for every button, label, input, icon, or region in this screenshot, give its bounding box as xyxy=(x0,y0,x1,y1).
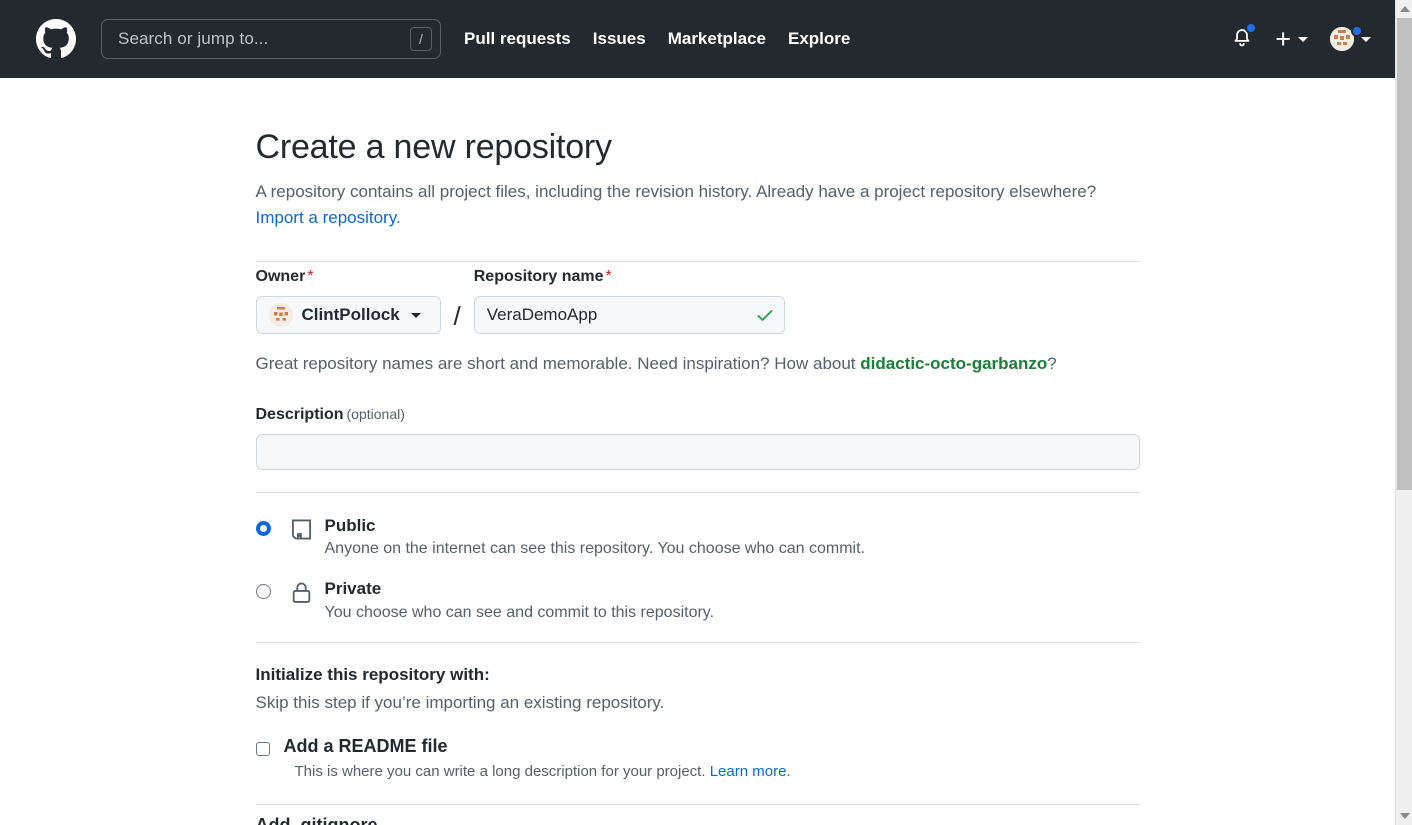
visibility-option-public[interactable]: Public Anyone on the internet can see th… xyxy=(256,515,1140,558)
repository-name-input-wrap xyxy=(474,296,785,334)
scrollbar-thumb[interactable] xyxy=(1397,18,1412,490)
initialize-section: Initialize this repository with: Skip th… xyxy=(256,665,1140,825)
readme-checkbox[interactable] xyxy=(256,742,270,756)
main-content: Create a new repository A repository con… xyxy=(0,78,1395,825)
private-label: Private xyxy=(325,578,715,599)
owner-repo-row: Owner* xyxy=(256,268,1140,334)
owner-required-marker: * xyxy=(307,268,313,285)
owner-repo-separator: / xyxy=(454,301,461,332)
readme-learn-more-link[interactable]: Learn more. xyxy=(710,763,791,780)
import-repository-link[interactable]: Import a repository. xyxy=(256,208,401,227)
check-icon xyxy=(755,305,775,325)
scroll-up-button[interactable] xyxy=(1396,0,1412,18)
owner-label-text: Owner xyxy=(256,268,306,285)
readme-description: This is where you can write a long descr… xyxy=(295,763,791,780)
github-mark-icon xyxy=(36,19,76,59)
description-label-text: Description xyxy=(256,406,344,423)
account-menu-button[interactable] xyxy=(1330,27,1371,51)
initialize-subtitle: Skip this step if you’re importing an ex… xyxy=(256,693,1140,713)
primary-nav: Pull requests Issues Marketplace Explore xyxy=(453,29,861,49)
public-description: Anyone on the internet can see this repo… xyxy=(325,540,865,558)
notifications-button[interactable] xyxy=(1225,22,1259,56)
divider xyxy=(256,492,1140,493)
owner-dropdown-button[interactable]: ClintPollock xyxy=(256,296,441,334)
public-text: Public Anyone on the internet can see th… xyxy=(325,515,865,558)
gitignore-label: Add .gitignore xyxy=(256,815,1140,825)
repository-name-input[interactable] xyxy=(474,296,785,334)
page-subtitle-text: A repository contains all project files,… xyxy=(256,182,1097,201)
header-actions: + xyxy=(1225,22,1371,56)
repository-name-hint-suffix: ? xyxy=(1047,354,1056,373)
description-optional-note: (optional) xyxy=(347,406,405,422)
page-subtitle: A repository contains all project files,… xyxy=(256,179,1136,230)
repository-name-label: Repository name* xyxy=(474,268,785,286)
app-root: Search or jump to... / Pull requests Iss… xyxy=(0,0,1412,825)
divider xyxy=(256,642,1140,643)
vertical-scrollbar[interactable] xyxy=(1395,0,1412,825)
lock-icon xyxy=(289,580,314,605)
search-placeholder-text: Search or jump to... xyxy=(118,29,410,49)
github-home-link[interactable] xyxy=(36,19,76,59)
owner-name-value: ClintPollock xyxy=(302,305,400,325)
owner-avatar xyxy=(269,303,293,327)
repository-name-label-text: Repository name xyxy=(474,268,604,285)
owner-label: Owner* xyxy=(256,268,441,286)
repository-name-field: Repository name* xyxy=(474,268,785,334)
private-text: Private You choose who can see and commi… xyxy=(325,578,715,621)
repository-name-hint-prefix: Great repository names are short and mem… xyxy=(256,354,861,373)
description-field: Description(optional) xyxy=(256,406,1140,470)
visibility-option-private[interactable]: Private You choose who can see and commi… xyxy=(256,578,1140,621)
visibility-options: Public Anyone on the internet can see th… xyxy=(256,515,1140,622)
private-radio[interactable] xyxy=(256,584,271,599)
nav-item-explore[interactable]: Explore xyxy=(777,29,861,49)
readme-label: Add a README file xyxy=(284,737,791,757)
scroll-down-button[interactable] xyxy=(1396,807,1412,825)
browser-viewport: Search or jump to... / Pull requests Iss… xyxy=(0,0,1395,825)
chevron-down-icon xyxy=(1361,37,1371,42)
new-repo-form-container: Create a new repository A repository con… xyxy=(256,78,1140,825)
description-input[interactable] xyxy=(256,434,1140,470)
public-label: Public xyxy=(325,515,865,536)
plus-icon: + xyxy=(1275,26,1291,53)
initialize-title: Initialize this repository with: xyxy=(256,665,1140,685)
readme-text: Add a README file This is where you can … xyxy=(284,737,791,781)
search-shortcut-badge: / xyxy=(410,27,432,51)
account-status-badge xyxy=(1351,25,1363,37)
repository-name-hint: Great repository names are short and mem… xyxy=(256,354,1140,374)
page-title: Create a new repository xyxy=(256,128,1140,167)
private-description: You choose who can see and commit to thi… xyxy=(325,604,715,622)
readme-option-row[interactable]: Add a README file This is where you can … xyxy=(256,737,1140,781)
global-header: Search or jump to... / Pull requests Iss… xyxy=(0,0,1395,78)
notifications-unread-badge xyxy=(1245,22,1257,34)
search-input[interactable]: Search or jump to... / xyxy=(101,19,441,59)
owner-field: Owner* xyxy=(256,268,441,334)
description-label: Description(optional) xyxy=(256,406,405,423)
nav-item-marketplace[interactable]: Marketplace xyxy=(657,29,777,49)
divider xyxy=(256,261,1140,262)
repo-book-icon xyxy=(289,517,314,542)
readme-description-text: This is where you can write a long descr… xyxy=(295,763,710,780)
chevron-down-icon xyxy=(1400,813,1410,819)
create-new-button[interactable]: + xyxy=(1275,26,1308,53)
chevron-up-icon xyxy=(1400,6,1410,12)
divider xyxy=(256,804,1140,805)
repository-name-required-marker: * xyxy=(606,268,612,285)
public-radio[interactable] xyxy=(256,521,271,536)
nav-item-issues[interactable]: Issues xyxy=(582,29,657,49)
repository-name-suggestion-link[interactable]: didactic-octo-garbanzo xyxy=(860,354,1047,373)
chevron-down-icon xyxy=(1298,37,1308,42)
chevron-down-icon xyxy=(411,313,421,318)
nav-item-pull-requests[interactable]: Pull requests xyxy=(453,29,582,49)
